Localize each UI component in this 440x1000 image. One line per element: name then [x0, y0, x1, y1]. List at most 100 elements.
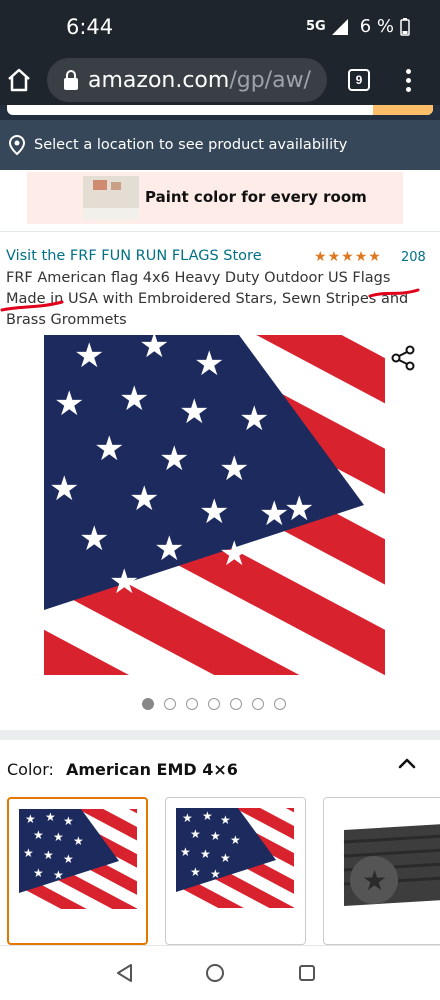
svg-text:★: ★ [210, 867, 221, 881]
share-icon[interactable] [385, 340, 421, 376]
svg-text:★: ★ [220, 851, 231, 865]
more-vert-icon[interactable] [398, 67, 418, 93]
svg-text:★: ★ [109, 563, 139, 601]
carousel-dots [142, 698, 286, 710]
svg-text:★: ★ [49, 470, 79, 508]
star-rating[interactable]: ★ ★ ★ ★ ★ [314, 248, 381, 264]
nav-home-icon[interactable] [204, 962, 226, 984]
svg-text:★: ★ [190, 865, 201, 879]
swatch-flag-image: ★ ★ ★★ ★ ★★ ★ ★★ ★ [176, 808, 294, 908]
carousel-dot[interactable] [274, 698, 286, 710]
svg-text:★: ★ [45, 810, 56, 824]
svg-text:★: ★ [194, 345, 224, 383]
svg-text:★: ★ [362, 865, 387, 896]
svg-text:★: ★ [184, 573, 214, 611]
location-pin-icon [8, 134, 26, 156]
star-icon: ★ [354, 248, 368, 264]
amazon-header [0, 105, 440, 120]
swatch-flag-image: ★ ★ ★★ ★ ★★ ★ ★★ ★ [19, 809, 137, 909]
rating-count[interactable]: 208 [401, 250, 426, 265]
svg-text:★: ★ [202, 809, 213, 823]
swatch-flag-image: ★ [334, 808, 440, 908]
color-swatch-option-2[interactable]: ★ ★ ★ ★ ★ ★ ★ ★ ★ ★ ★ [165, 797, 306, 945]
svg-text:★: ★ [73, 834, 84, 848]
color-label: Color: [7, 760, 54, 779]
carousel-dot[interactable] [252, 698, 264, 710]
svg-text:★: ★ [129, 480, 159, 518]
search-go-button[interactable] [373, 105, 433, 115]
status-indicators: 5G 6 % [306, 16, 410, 37]
url-bar[interactable]: amazon.com/gp/aw/ [47, 58, 327, 102]
svg-text:★: ★ [139, 335, 169, 365]
svg-text:★: ★ [63, 814, 74, 828]
star-icon: ★ [368, 248, 381, 264]
svg-text:★: ★ [284, 490, 314, 528]
status-bar: 6:44 5G 6 % [0, 0, 440, 55]
color-selected-value: American EMD 4×6 [66, 760, 238, 779]
svg-text:★: ★ [199, 493, 229, 531]
svg-text:★: ★ [219, 535, 249, 573]
carousel-dot[interactable] [208, 698, 220, 710]
carousel-dot[interactable] [142, 698, 154, 710]
svg-text:★: ★ [53, 830, 64, 844]
ad-text: Paint color for every room [145, 188, 367, 206]
ad-banner[interactable]: Paint color for every room [27, 172, 403, 224]
store-link[interactable]: Visit the FRF FUN RUN FLAGS Store [6, 248, 262, 264]
color-swatch-american-emd[interactable]: ★ ★ ★ ★ ★ ★ ★ ★ ★ ★ ★ [7, 797, 148, 945]
star-icon: ★ [314, 248, 327, 264]
svg-text:★: ★ [74, 337, 104, 375]
svg-text:★: ★ [33, 866, 44, 880]
svg-text:★: ★ [94, 430, 124, 468]
svg-text:★: ★ [220, 813, 231, 827]
home-icon[interactable] [4, 65, 34, 95]
battery-percent: 6 % [359, 16, 394, 37]
svg-text:★: ★ [182, 811, 193, 825]
svg-text:★: ★ [33, 828, 44, 842]
system-nav-bar [0, 945, 440, 1000]
svg-text:★: ★ [230, 833, 241, 847]
product-image[interactable]: ★ ★ ★ ★ ★ ★ ★ ★ ★ ★ ★ ★ ★ ★ ★ ★ ★ ★ ★ ★ [44, 335, 385, 675]
svg-text:★: ★ [154, 530, 184, 568]
svg-text:★: ★ [210, 829, 221, 843]
url-path: /gp/aw/ [229, 67, 311, 93]
svg-text:★: ★ [25, 812, 36, 826]
search-bar[interactable] [7, 105, 433, 115]
color-swatch-option-3[interactable]: ★ [323, 797, 440, 945]
battery-icon [400, 17, 410, 36]
svg-text:★: ★ [23, 846, 34, 860]
lock-icon [64, 70, 78, 90]
carousel-dot[interactable] [186, 698, 198, 710]
svg-text:★: ★ [179, 393, 209, 431]
carousel-dot[interactable] [230, 698, 242, 710]
chevron-up-icon[interactable] [396, 752, 418, 774]
svg-text:★: ★ [54, 385, 84, 423]
svg-text:★: ★ [63, 852, 74, 866]
svg-text:★: ★ [180, 845, 191, 859]
product-title: FRF American flag 4x6 Heavy Duty Outdoor… [6, 270, 409, 328]
section-divider [0, 730, 440, 740]
svg-text:★: ★ [190, 827, 201, 841]
flag-image: ★ ★ ★ ★ ★ ★ ★ ★ ★ ★ ★ ★ ★ ★ ★ ★ ★ ★ ★ ★ [44, 335, 385, 675]
svg-text:★: ★ [239, 400, 269, 438]
nav-recent-icon[interactable] [296, 962, 318, 984]
location-text: Select a location to see product availab… [34, 137, 348, 153]
svg-text:★: ★ [79, 520, 109, 558]
svg-text:★: ★ [43, 848, 54, 862]
svg-text:★: ★ [159, 440, 189, 478]
star-icon: ★ [341, 248, 354, 264]
svg-text:★: ★ [53, 868, 64, 882]
svg-text:★: ★ [219, 450, 249, 488]
nav-back-icon[interactable] [114, 962, 136, 984]
location-bar[interactable]: Select a location to see product availab… [0, 120, 440, 170]
url-host: amazon.com [88, 67, 230, 93]
svg-text:★: ★ [119, 380, 149, 418]
carousel-dot[interactable] [164, 698, 176, 710]
network-label: 5G [306, 19, 326, 34]
browser-toolbar: amazon.com/gp/aw/ 9 [0, 55, 440, 105]
signal-icon [331, 18, 348, 35]
star-icon: ★ [327, 248, 341, 264]
svg-text:★: ★ [200, 847, 211, 861]
tab-switcher-button[interactable]: 9 [348, 69, 370, 91]
ad-image [83, 176, 139, 220]
status-time: 6:44 [66, 15, 114, 39]
